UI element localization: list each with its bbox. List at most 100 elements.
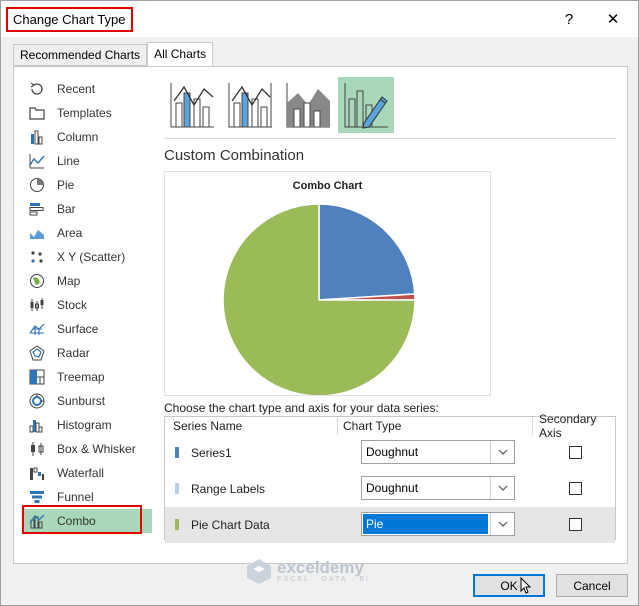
chevron-down-icon[interactable]	[490, 513, 514, 535]
subtype-column-line-secondary[interactable]	[222, 77, 278, 133]
sidebar-item-label: Bar	[57, 202, 76, 216]
sidebar-item-recent[interactable]: Recent	[22, 77, 152, 101]
subtype-clustered-column-line[interactable]	[164, 77, 220, 133]
scatter-chart-icon	[28, 248, 46, 266]
column-header-secondary-axis: Secondary Axis	[539, 412, 597, 440]
sidebar-item-stock[interactable]: Stock	[22, 293, 152, 317]
sidebar-item-pie[interactable]: Pie	[22, 173, 152, 197]
sidebar-item-sunburst[interactable]: Sunburst	[22, 389, 152, 413]
ok-button-label: OK	[500, 578, 518, 593]
sidebar-item-bar[interactable]: Bar	[22, 197, 152, 221]
column-header-chart-type: Chart Type	[343, 419, 402, 433]
sidebar-item-box-whisker[interactable]: Box & Whisker	[22, 437, 152, 461]
templates-icon	[28, 104, 46, 122]
chevron-down-icon[interactable]	[490, 441, 514, 463]
divider	[164, 138, 616, 139]
line-chart-icon	[28, 152, 46, 170]
close-button[interactable]: ✕	[603, 9, 623, 29]
chart-type-dropdown[interactable]: Doughnut	[361, 476, 515, 500]
subtype-stacked-area-column[interactable]	[280, 77, 336, 133]
change-chart-type-dialog: Change Chart Type ? ✕ Recommended Charts…	[0, 0, 639, 606]
all-charts-panel: Recent Templates Column Line Pie Bar Are…	[13, 66, 628, 564]
mouse-cursor-icon	[520, 577, 532, 594]
secondary-axis-checkbox[interactable]	[569, 482, 582, 495]
series-row: Series1 Doughnut	[165, 435, 615, 471]
pie-chart-icon	[28, 176, 46, 194]
clustered-column-line-icon	[170, 83, 214, 128]
tab-all-charts[interactable]: All Charts	[147, 42, 214, 66]
chart-preview: Combo Chart	[164, 171, 491, 396]
column-separator	[337, 417, 338, 435]
stacked-area-column-icon	[286, 83, 330, 128]
series-color-marker	[175, 483, 179, 494]
series-prompt: Choose the chart type and axis for your …	[164, 401, 439, 415]
sidebar-item-surface[interactable]: Surface	[22, 317, 152, 341]
ok-button[interactable]: OK	[473, 574, 545, 597]
column-separator	[532, 417, 533, 435]
sidebar-item-histogram[interactable]: Histogram	[22, 413, 152, 437]
watermark-logo: exceldemy EXCEL · DATA · BI	[245, 557, 370, 585]
sidebar-item-label: Map	[57, 274, 81, 288]
funnel-chart-icon	[28, 488, 46, 506]
sidebar-item-area[interactable]: Area	[22, 221, 152, 245]
recent-icon	[28, 80, 46, 98]
column-header-series-name: Series Name	[173, 419, 243, 433]
title-bar: Change Chart Type ? ✕	[1, 1, 638, 37]
stock-chart-icon	[28, 296, 46, 314]
column-line-secondary-axis-icon	[228, 83, 272, 128]
chart-type-dropdown[interactable]: Pie	[361, 512, 515, 536]
series-color-marker	[175, 519, 179, 530]
sidebar-item-label: Treemap	[57, 370, 105, 384]
custom-combination-icon	[344, 83, 388, 129]
sidebar-item-scatter[interactable]: X Y (Scatter)	[22, 245, 152, 269]
chart-type-dropdown[interactable]: Doughnut	[361, 440, 515, 464]
tab-recommended-charts[interactable]: Recommended Charts	[13, 44, 148, 66]
cancel-button[interactable]: Cancel	[556, 574, 628, 597]
chevron-down-icon[interactable]	[490, 477, 514, 499]
bar-chart-icon	[28, 200, 46, 218]
subtype-custom-combination[interactable]	[338, 77, 394, 133]
sidebar-item-label: Recent	[57, 82, 96, 96]
watermark-tagline: EXCEL · DATA · BI	[277, 575, 370, 583]
sidebar-item-column[interactable]: Column	[22, 125, 152, 149]
sidebar-item-label: Pie	[57, 178, 75, 192]
series-name: Range Labels	[191, 482, 266, 496]
help-button[interactable]: ?	[559, 9, 579, 29]
series-row-selected: Pie Chart Data Pie	[165, 507, 615, 543]
watermark-name: exceldemy	[277, 557, 364, 577]
sidebar-item-templates[interactable]: Templates	[22, 101, 152, 125]
box-whisker-chart-icon	[28, 440, 46, 458]
sidebar-item-label: Stock	[57, 298, 88, 312]
combo-highlight-box	[22, 505, 142, 534]
secondary-axis-checkbox[interactable]	[569, 518, 582, 531]
sidebar-item-label: Radar	[57, 346, 90, 360]
sidebar-item-label: Waterfall	[57, 466, 104, 480]
secondary-axis-checkbox[interactable]	[569, 446, 582, 459]
sidebar-item-label: Funnel	[57, 490, 94, 504]
sidebar-item-waterfall[interactable]: Waterfall	[22, 461, 152, 485]
sidebar-item-label: Sunburst	[57, 394, 106, 408]
surface-chart-icon	[28, 320, 46, 338]
sidebar-item-label: Box & Whisker	[57, 442, 136, 456]
series-name: Pie Chart Data	[191, 518, 270, 532]
histogram-chart-icon	[28, 416, 46, 434]
sidebar-item-treemap[interactable]: Treemap	[22, 365, 152, 389]
area-chart-icon	[28, 224, 46, 242]
pie-chart	[222, 203, 416, 395]
dropdown-value: Doughnut	[366, 481, 419, 495]
sidebar-item-label: Line	[57, 154, 80, 168]
sidebar-item-line[interactable]: Line	[22, 149, 152, 173]
treemap-chart-icon	[28, 368, 46, 386]
pie-slice	[318, 203, 416, 301]
dropdown-value: Doughnut	[366, 445, 419, 459]
dialog-title: Change Chart Type	[6, 7, 133, 32]
series-color-marker	[175, 447, 179, 458]
sidebar-item-label: Histogram	[57, 418, 112, 432]
dropdown-value: Pie	[363, 514, 488, 534]
sidebar-item-radar[interactable]: Radar	[22, 341, 152, 365]
sunburst-chart-icon	[28, 392, 46, 410]
section-title: Custom Combination	[164, 147, 305, 164]
series-row: Range Labels Doughnut	[165, 471, 615, 507]
sidebar-item-map[interactable]: Map	[22, 269, 152, 293]
column-chart-icon	[28, 128, 46, 146]
